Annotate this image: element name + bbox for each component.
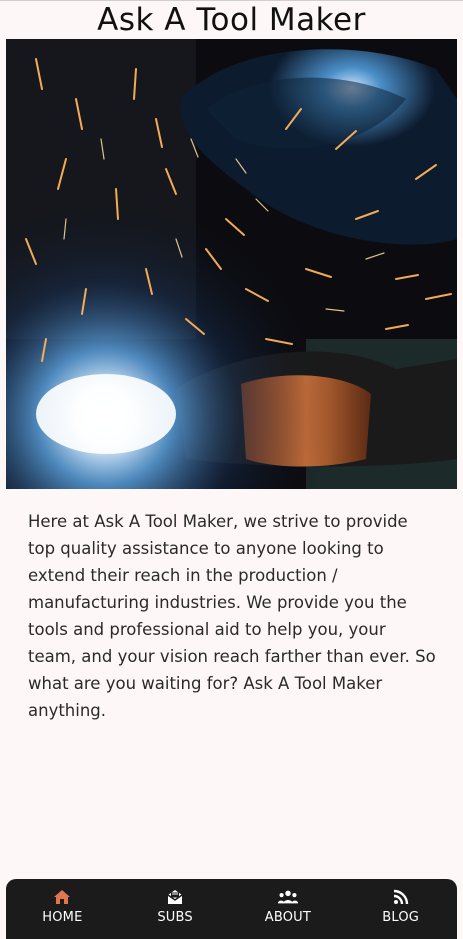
nav-label-home: HOME <box>42 910 83 925</box>
users-icon <box>277 888 299 906</box>
nav-item-blog[interactable]: BLOG <box>344 879 457 939</box>
top-divider <box>0 0 463 1</box>
hero-image <box>6 39 457 489</box>
envelope-icon <box>164 888 186 906</box>
rss-icon <box>390 888 412 906</box>
bottom-nav: HOME SUBS ABOUT BLOG <box>6 879 457 939</box>
nav-label-about: ABOUT <box>264 910 312 925</box>
page-title: Ask A Tool Maker <box>97 2 366 38</box>
nav-label-subs: SUBS <box>157 910 193 925</box>
intro-paragraph: Here at Ask A Tool Maker, we strive to p… <box>28 512 436 720</box>
nav-item-home[interactable]: HOME <box>6 879 119 939</box>
home-icon <box>51 888 73 906</box>
nav-label-blog: BLOG <box>382 910 420 925</box>
nav-item-about[interactable]: ABOUT <box>232 879 345 939</box>
nav-item-subs[interactable]: SUBS <box>119 879 232 939</box>
